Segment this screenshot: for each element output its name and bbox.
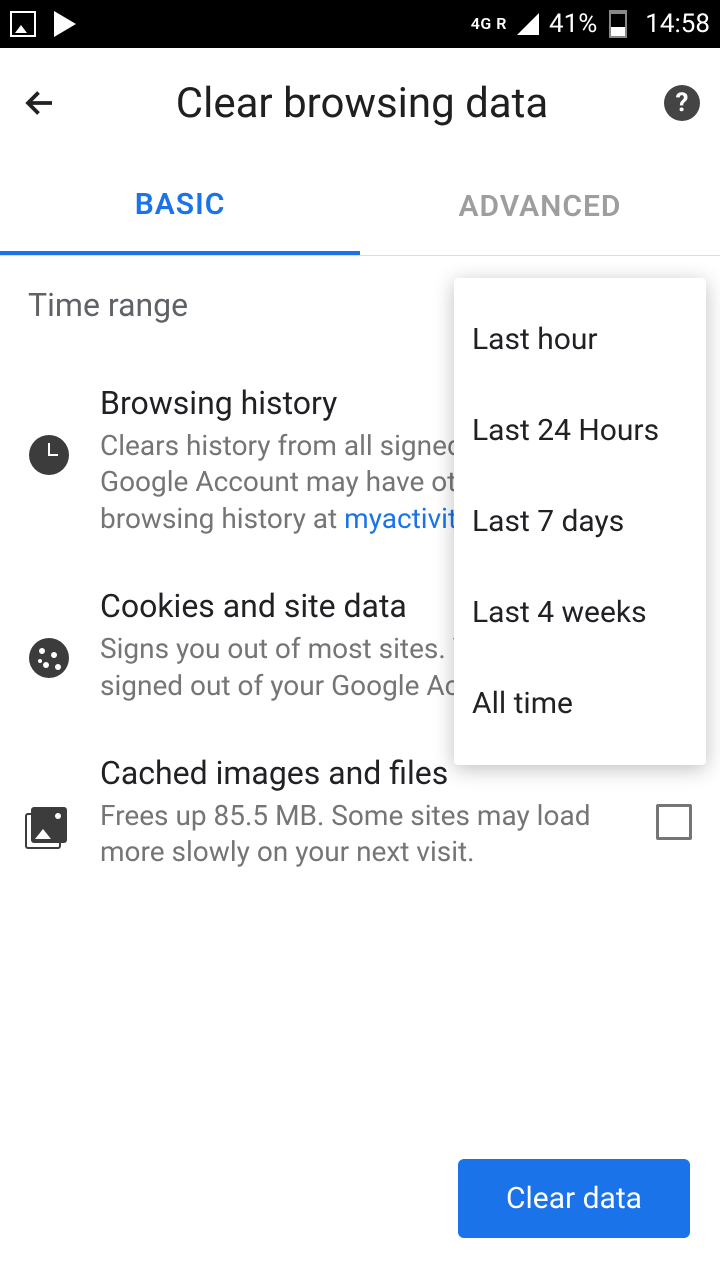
page-title: Clear browsing data (60, 79, 664, 128)
time-range-dropdown: Last hour Last 24 Hours Last 7 days Last… (454, 278, 706, 765)
play-store-icon (54, 11, 76, 37)
app-header: Clear browsing data ? (0, 48, 720, 158)
dropdown-option-last-24-hours[interactable]: Last 24 Hours (454, 385, 706, 476)
dropdown-option-last-7-days[interactable]: Last 7 days (454, 476, 706, 567)
dropdown-option-all-time[interactable]: All time (454, 658, 706, 749)
clear-data-button[interactable]: Clear data (458, 1159, 690, 1238)
battery-text: 41% (549, 9, 597, 39)
clock-text: 14:58 (645, 9, 710, 39)
history-icon (28, 434, 70, 476)
cookie-icon (28, 637, 70, 679)
dropdown-option-last-4-weeks[interactable]: Last 4 weeks (454, 567, 706, 658)
gallery-icon (10, 11, 36, 37)
tab-advanced[interactable]: ADVANCED (360, 158, 720, 255)
tab-bar: BASIC ADVANCED (0, 158, 720, 256)
tab-basic[interactable]: BASIC (0, 158, 360, 255)
network-indicator: 4G R (471, 17, 507, 31)
battery-icon (609, 10, 627, 38)
dropdown-option-last-hour[interactable]: Last hour (454, 294, 706, 385)
item-cache[interactable]: Cached images and files Frees up 85.5 MB… (28, 754, 692, 871)
back-button[interactable] (20, 83, 60, 123)
signal-icon (517, 13, 539, 35)
status-bar: 4G R 41% 14:58 (0, 0, 720, 48)
help-button[interactable]: ? (664, 85, 700, 121)
cache-checkbox[interactable] (656, 804, 692, 840)
cache-desc: Frees up 85.5 MB. Some sites may load mo… (100, 798, 626, 871)
images-icon (28, 804, 70, 846)
